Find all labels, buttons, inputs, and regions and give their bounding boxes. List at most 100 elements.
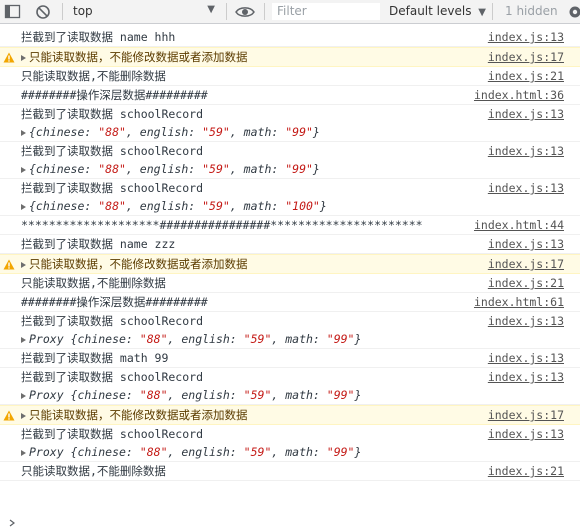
message-text: 拦截到了读取数据 schoolRecord <box>21 107 204 121</box>
source-link[interactable]: index.js:13 <box>488 142 564 160</box>
log-levels-dropdown[interactable]: Default levels ▼ <box>389 4 486 18</box>
value-chinese: "88" <box>98 125 126 139</box>
expand-arrow-icon[interactable] <box>21 167 26 173</box>
object-preview[interactable]: {chinese: "88", english: "59", math: "99… <box>21 123 580 141</box>
context-selector[interactable]: top ▼ <box>73 4 219 20</box>
object-preview[interactable]: Proxy {chinese: "88", english: "59", mat… <box>21 443 580 461</box>
expand-arrow-icon[interactable] <box>21 130 26 136</box>
context-label: top <box>73 4 93 18</box>
toolbar-divider <box>62 3 63 20</box>
source-link[interactable]: index.js:17 <box>488 255 564 273</box>
message-text: ********************################****… <box>21 218 423 232</box>
message-text: 只能读取数据，不能修改数据或者添加数据 <box>29 257 248 271</box>
sidebar-toggle-button[interactable] <box>4 3 22 23</box>
gear-icon <box>569 6 580 18</box>
value-math: "99" <box>326 332 355 346</box>
value-chinese: "88" <box>98 199 126 213</box>
object-preview[interactable]: Proxy {chinese: "88", english: "59", mat… <box>21 330 580 348</box>
message-text: 只能读取数据，不能修改数据或者添加数据 <box>29 408 248 422</box>
console-log-row: 只能读取数据,不能删除数据 index.js:21 <box>0 274 580 293</box>
console-log-row: 拦截到了读取数据 schoolRecord index.js:13 {chinese… <box>0 179 580 216</box>
object-prefix: Proxy <box>29 388 71 402</box>
message-text: 拦截到了读取数据 schoolRecord <box>21 370 204 384</box>
value-math: "99" <box>285 125 313 139</box>
source-link[interactable]: index.js:21 <box>488 274 564 292</box>
message-text: 拦截到了读取数据 schoolRecord <box>21 144 204 158</box>
value-chinese: "88" <box>139 445 168 459</box>
source-link[interactable]: index.html:44 <box>474 216 564 234</box>
message-text: 拦截到了读取数据 schoolRecord <box>21 314 204 328</box>
chevron-right-icon <box>9 519 15 527</box>
source-link[interactable]: index.js:13 <box>488 312 564 330</box>
source-link[interactable]: index.js:21 <box>488 462 564 480</box>
source-link[interactable]: index.js:17 <box>488 48 564 66</box>
live-expression-button[interactable] <box>235 5 255 22</box>
object-preview[interactable]: {chinese: "88", english: "59", math: "99… <box>21 160 580 178</box>
value-english: "59" <box>243 388 272 402</box>
console-log-row: 拦截到了读取数据 name zzz index.js:13 <box>0 235 580 254</box>
source-link[interactable]: index.js:21 <box>488 67 564 85</box>
value-math: "99" <box>285 162 313 176</box>
console-log-row: ########操作深层数据######### index.html:61 <box>0 293 580 312</box>
message-text: 只能读取数据，不能修改数据或者添加数据 <box>29 50 248 64</box>
expand-arrow-icon[interactable] <box>21 337 26 343</box>
source-link[interactable]: index.js:13 <box>488 349 564 367</box>
message-text: 拦截到了读取数据 schoolRecord <box>21 427 204 441</box>
source-link[interactable]: index.js:13 <box>488 368 564 386</box>
message-text: ########操作深层数据######### <box>21 295 208 309</box>
sidebar-icon <box>4 4 21 19</box>
console-log-row: 拦截到了读取数据 name hhh index.js:13 <box>0 28 580 47</box>
clear-console-icon <box>36 5 50 19</box>
source-link[interactable]: index.html:61 <box>474 293 564 311</box>
object-preview[interactable]: Proxy {chinese: "88", english: "59", mat… <box>21 386 580 404</box>
console-warning-row: 只能读取数据，不能修改数据或者添加数据 index.js:17 <box>0 254 580 274</box>
toolbar-divider <box>264 3 265 20</box>
console-log-row: 拦截到了读取数据 schoolRecord index.js:13 Proxy {c… <box>0 312 580 349</box>
toolbar-divider <box>492 3 493 20</box>
value-chinese: "88" <box>139 332 168 346</box>
console-log-row: 拦截到了读取数据 schoolRecord index.js:13 Proxy {c… <box>0 425 580 462</box>
clear-console-button[interactable] <box>35 4 51 23</box>
expand-arrow-icon[interactable] <box>21 55 26 61</box>
object-preview[interactable]: {chinese: "88", english: "59", math: "10… <box>21 197 580 215</box>
console-log-row: 拦截到了读取数据 schoolRecord index.js:13 {chinese… <box>0 105 580 142</box>
console-settings-button[interactable] <box>567 4 580 23</box>
console-warning-row: 只能读取数据，不能修改数据或者添加数据 index.js:17 <box>0 405 580 425</box>
filter-input[interactable]: Filter <box>272 3 380 20</box>
value-english: "59" <box>243 445 272 459</box>
chevron-down-icon: ▼ <box>207 4 215 15</box>
expand-arrow-icon[interactable] <box>21 413 26 419</box>
console-messages: 拦截到了读取数据 name hhh index.js:13 只能读取数据，不能修改数… <box>0 28 580 481</box>
expand-arrow-icon[interactable] <box>21 204 26 210</box>
console-log-row: 只能读取数据,不能删除数据 index.js:21 <box>0 462 580 481</box>
warning-icon <box>3 259 15 270</box>
message-text: 拦截到了读取数据 name zzz <box>21 237 176 251</box>
source-link[interactable]: index.js:13 <box>488 105 564 123</box>
expand-arrow-icon[interactable] <box>21 262 26 268</box>
console-log-row: 拦截到了读取数据 schoolRecord index.js:13 Proxy {c… <box>0 368 580 405</box>
console-log-row: 只能读取数据,不能删除数据 index.js:21 <box>0 67 580 86</box>
source-link[interactable]: index.js:17 <box>488 406 564 424</box>
source-link[interactable]: index.js:13 <box>488 235 564 253</box>
object-prefix: Proxy <box>29 332 71 346</box>
value-english: "59" <box>202 125 230 139</box>
value-chinese: "88" <box>98 162 126 176</box>
console-log-row: ********************################****… <box>0 216 580 235</box>
source-link[interactable]: index.js:13 <box>488 28 564 46</box>
toolbar-divider <box>226 3 227 20</box>
message-text: 只能读取数据,不能删除数据 <box>21 69 166 83</box>
source-link[interactable]: index.js:13 <box>488 179 564 197</box>
value-math: "99" <box>326 388 355 402</box>
log-levels-label: Default levels <box>389 4 472 18</box>
expand-arrow-icon[interactable] <box>21 393 26 399</box>
value-math: "100" <box>285 199 320 213</box>
message-text: 拦截到了读取数据 name hhh <box>21 30 176 44</box>
source-link[interactable]: index.js:13 <box>488 425 564 443</box>
value-english: "59" <box>202 162 230 176</box>
expand-arrow-icon[interactable] <box>21 450 26 456</box>
value-english: "59" <box>202 199 230 213</box>
message-text: 拦截到了读取数据 math 99 <box>21 351 169 365</box>
source-link[interactable]: index.html:36 <box>474 86 564 104</box>
console-warning-row: 只能读取数据，不能修改数据或者添加数据 index.js:17 <box>0 47 580 67</box>
console-log-row: ########操作深层数据######### index.html:36 <box>0 86 580 105</box>
